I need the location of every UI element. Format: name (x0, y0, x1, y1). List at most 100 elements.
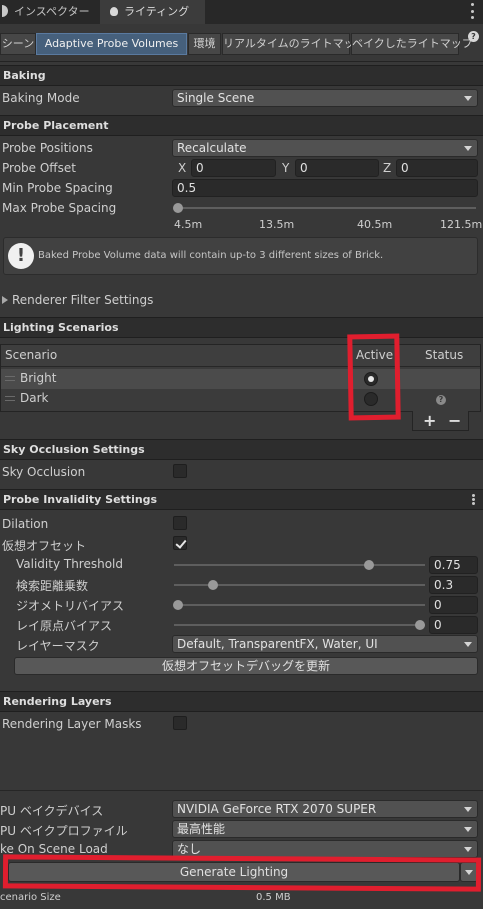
ray-origin-bias-slider-track[interactable] (174, 624, 425, 626)
help-icon[interactable]: ? (468, 31, 479, 42)
validity-threshold-field[interactable]: 0.75 (429, 556, 478, 574)
col-status[interactable]: Status (425, 348, 463, 362)
info-message-text: Baked Probe Volume data will contain up-… (38, 250, 384, 261)
section-lighting-scenarios-header[interactable]: Lighting Scenarios (0, 317, 483, 338)
layer-mask-value: Default, TransparentFX, Water, UI (177, 637, 378, 651)
probe-offset-label: Probe Offset (2, 161, 76, 175)
validity-threshold-slider-track[interactable] (174, 564, 425, 566)
chevron-down-icon (464, 642, 472, 647)
scenario-name: Bright (20, 371, 57, 385)
annotation-highlight-generate (2, 854, 482, 892)
bake-on-scene-load-value: なし (177, 842, 202, 856)
max-probe-spacing-label: Max Probe Spacing (2, 201, 117, 215)
tab-lighting[interactable]: ライティング (100, 0, 205, 24)
ray-origin-bias-label: レイ原点バイアス (16, 619, 113, 633)
probe-positions-dropdown[interactable]: Recalculate (172, 139, 478, 157)
window-menu-icon[interactable] (471, 3, 475, 19)
ray-origin-bias-slider-handle[interactable] (415, 620, 425, 630)
search-distance-field[interactable]: 0.3 (429, 576, 478, 594)
subtab-environment[interactable]: 環境 (188, 33, 221, 55)
chevron-down-icon (464, 807, 472, 812)
spacing-tick-label: 13.5m (259, 218, 295, 231)
geometry-bias-slider-track[interactable] (174, 604, 425, 606)
drag-handle-icon[interactable] (5, 396, 15, 401)
subtab-adaptive-probe-volumes[interactable]: Adaptive Probe Volumes (36, 33, 187, 55)
renderer-filter-foldout[interactable]: Renderer Filter Settings (2, 293, 153, 307)
layer-mask-dropdown[interactable]: Default, TransparentFX, Water, UI (172, 635, 478, 653)
offset-x-field[interactable]: 0 (191, 159, 276, 177)
subtab-baked-lightmaps[interactable]: ベイクしたライトマップ (351, 33, 473, 55)
footer-divider (0, 790, 483, 791)
chevron-down-icon (464, 847, 472, 852)
section-menu-icon[interactable] (472, 494, 475, 505)
validity-threshold-slider-handle[interactable] (364, 560, 374, 570)
renderer-filter-label: Renderer Filter Settings (12, 293, 154, 307)
tab-inspector-label: インスペクター (14, 5, 90, 18)
max-probe-spacing-slider-track[interactable] (178, 207, 476, 209)
scenario-table-header: Scenario Active Status (1, 345, 480, 367)
section-baking-header[interactable]: Baking (0, 65, 483, 86)
scenario-row-bright[interactable]: Bright (1, 369, 480, 389)
dilation-checkbox[interactable] (173, 516, 187, 530)
bake-profile-dropdown[interactable]: 最高性能 (172, 820, 478, 838)
bake-profile-label: PU ベイクプロファイル (0, 824, 128, 838)
sky-occlusion-checkbox[interactable] (173, 464, 187, 478)
chevron-down-icon (464, 827, 472, 832)
add-scenario-button[interactable]: + (423, 411, 436, 431)
max-probe-spacing-slider-handle[interactable] (173, 203, 183, 213)
offset-x-axis-label: X (178, 161, 187, 175)
rendering-layer-masks-checkbox[interactable] (173, 716, 187, 730)
offset-y-axis-label: Y (282, 161, 290, 175)
geometry-bias-label: ジオメトリバイアス (16, 599, 125, 613)
spacing-tick-label: 40.5m (357, 218, 393, 231)
offset-z-field[interactable]: 0 (396, 159, 478, 177)
spacing-tick-label: 121.5m (440, 218, 483, 231)
offset-y-field[interactable]: 0 (295, 159, 379, 177)
section-sky-occlusion-header[interactable]: Sky Occlusion Settings (0, 439, 483, 460)
section-probe-placement-header[interactable]: Probe Placement (0, 115, 483, 136)
virtual-offset-checkbox[interactable] (173, 536, 187, 550)
scenario-table: Scenario Active Status Bright Dark ? (0, 344, 481, 412)
scenario-name: Dark (20, 391, 49, 405)
tab-lighting-label: ライティング (124, 5, 190, 18)
min-probe-spacing-field[interactable]: 0.5 (172, 179, 478, 197)
search-distance-label: 検索距離乗数 (16, 579, 89, 593)
virtual-offset-label: 仮想オフセット (2, 539, 87, 553)
tab-inspector[interactable]: インスペクター (0, 0, 98, 24)
scenario-add-remove-bar: + − (412, 411, 469, 431)
offset-z-axis-label: Z (383, 161, 392, 175)
update-virtual-offset-debug-button[interactable]: 仮想オフセットデバッグを更新 (14, 657, 478, 675)
col-scenario[interactable]: Scenario (5, 348, 57, 362)
geometry-bias-slider-handle[interactable] (173, 600, 183, 610)
baking-mode-dropdown[interactable]: Single Scene (172, 89, 478, 107)
info-message-box: ! Baked Probe Volume data will contain u… (3, 237, 478, 275)
validity-threshold-label: Validity Threshold (16, 557, 124, 571)
search-distance-slider-handle[interactable] (208, 580, 218, 590)
remove-scenario-button[interactable]: − (448, 411, 461, 431)
question-icon: ? (436, 395, 446, 405)
bake-device-label: PU ベイクデバイス (0, 804, 104, 818)
window-tab-bar: インスペクター ライティング (0, 0, 483, 24)
layer-mask-label: レイヤーマスク (16, 639, 100, 653)
subtab-realtime-lightmaps[interactable]: リアルタイムのライトマップ (222, 33, 366, 55)
sky-occlusion-label: Sky Occlusion (2, 465, 86, 479)
scenario-row-dark[interactable]: Dark ? (1, 389, 480, 409)
baking-mode-value: Single Scene (177, 91, 255, 105)
baking-mode-label: Baking Mode (2, 91, 80, 105)
geometry-bias-field[interactable]: 0 (429, 596, 478, 614)
section-rendering-layers-header[interactable]: Rendering Layers (0, 691, 483, 712)
lightbulb-icon (110, 7, 118, 16)
ray-origin-bias-field[interactable]: 0 (429, 616, 478, 634)
probe-positions-label: Probe Positions (2, 141, 93, 155)
rendering-layer-masks-label: Rendering Layer Masks (2, 717, 142, 731)
drag-handle-icon[interactable] (5, 376, 15, 381)
scenario-size-value: 0.5 MB (256, 892, 291, 903)
section-probe-invalidity-header[interactable]: Probe Invalidity Settings (0, 489, 483, 510)
subtab-scene[interactable]: シーン (0, 33, 36, 55)
lighting-sub-tabs: シーン Adaptive Probe Volumes 環境 リアルタイムのライト… (0, 24, 483, 62)
scenario-size-label: cenario Size (0, 892, 61, 903)
annotation-highlight-active (347, 333, 401, 421)
bake-device-dropdown[interactable]: NVIDIA GeForce RTX 2070 SUPER (172, 800, 478, 818)
bake-device-value: NVIDIA GeForce RTX 2070 SUPER (177, 802, 377, 816)
warning-icon: ! (8, 243, 34, 269)
